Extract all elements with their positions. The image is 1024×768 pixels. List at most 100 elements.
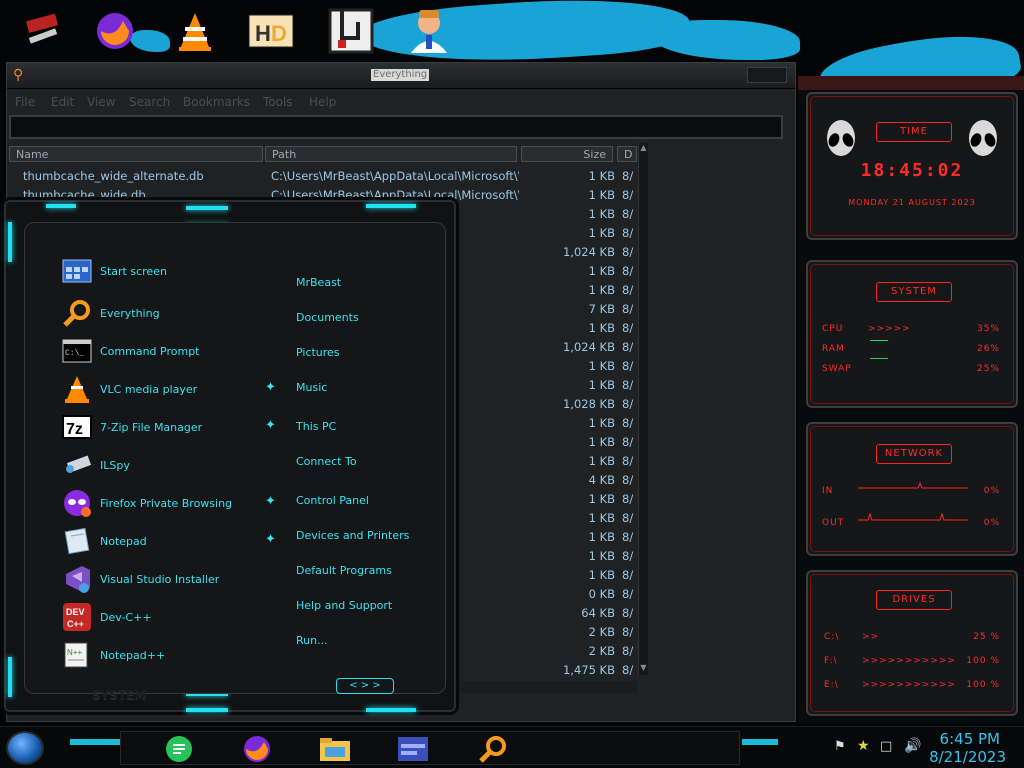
- taskbar-notes-icon[interactable]: [162, 733, 196, 765]
- taskbar-file-explorer-icon[interactable]: [318, 733, 352, 765]
- submenu-arrow-icon: ✦: [265, 380, 276, 395]
- taskbar-everything-icon[interactable]: [476, 733, 510, 765]
- start-item-label: Firefox Private Browsing: [100, 496, 233, 510]
- start-item-devcpp[interactable]: DEV C++ Dev-C++: [62, 600, 282, 634]
- start-right-music[interactable]: Music: [296, 381, 327, 394]
- start-right-user[interactable]: MrBeast: [296, 276, 341, 289]
- row-name: thumbcache_wide_alternate.db: [23, 169, 204, 183]
- menu-bookmarks[interactable]: Bookmarks: [183, 95, 250, 109]
- drive-f-label: F:\: [824, 656, 838, 666]
- row-size: 1 KB: [588, 492, 615, 506]
- start-item-firefox-private[interactable]: Firefox Private Browsing: [62, 486, 282, 520]
- time-gadget[interactable]: TIME 18:45:02 MONDAY 21 AUGUST 2023: [806, 92, 1018, 240]
- row-date: 8/: [622, 435, 634, 449]
- dock-hxd-icon[interactable]: HD: [246, 6, 296, 56]
- window-title: Everything: [371, 69, 430, 81]
- start-right-this-pc[interactable]: This PC: [296, 420, 336, 433]
- menu-tools[interactable]: Tools: [263, 95, 293, 109]
- neon-accent: [186, 708, 228, 712]
- column-name[interactable]: Name: [9, 146, 263, 162]
- horizontal-scrollbar[interactable]: [447, 681, 637, 693]
- taskbar-time[interactable]: 6:45 PM: [940, 730, 1000, 748]
- start-right-help-support[interactable]: Help and Support: [296, 599, 392, 612]
- submenu-arrow-icon: ✦: [265, 494, 276, 509]
- neon-accent: [742, 739, 778, 745]
- row-size: 1,024 KB: [562, 245, 615, 259]
- row-date: 8/: [622, 568, 634, 582]
- column-date[interactable]: D: [617, 146, 637, 162]
- neon-accent: [46, 204, 76, 208]
- start-item-notepad[interactable]: Notepad: [62, 524, 282, 558]
- cpu-label: CPU: [822, 324, 844, 334]
- start-nav-button[interactable]: < > >: [336, 678, 394, 694]
- menu-bar: File Edit View Search Bookmarks Tools He…: [7, 91, 795, 111]
- flag-icon[interactable]: ⚑: [834, 739, 846, 754]
- svg-text:DEV: DEV: [66, 607, 85, 617]
- menu-file[interactable]: File: [15, 95, 35, 109]
- start-right-pictures[interactable]: Pictures: [296, 346, 340, 359]
- dock-maze-icon[interactable]: [326, 6, 376, 56]
- row-date: 8/: [622, 188, 634, 202]
- row-size: 1 KB: [588, 378, 615, 392]
- drive-e-label: E:\: [824, 680, 839, 690]
- dock-firefox-icon[interactable]: [90, 6, 140, 56]
- table-row[interactable]: thumbcache_wide_alternate.db C:\Users\MrB…: [7, 166, 637, 185]
- start-right-connect-to[interactable]: Connect To: [296, 455, 357, 468]
- results-scrollbar[interactable]: ▲ ▼: [638, 143, 648, 675]
- start-right-control-panel[interactable]: Control Panel: [296, 494, 369, 507]
- drive-c-label: C:\: [824, 632, 840, 642]
- star-icon[interactable]: ★: [857, 738, 870, 754]
- start-item-7zip[interactable]: 7z 7-Zip File Manager: [62, 410, 282, 444]
- start-right-run[interactable]: Run...: [296, 634, 328, 647]
- menu-search[interactable]: Search: [129, 95, 170, 109]
- start-right-default-programs[interactable]: Default Programs: [296, 564, 392, 577]
- taskbar-window-icon[interactable]: [396, 733, 430, 765]
- start-item-start-screen[interactable]: Start screen: [62, 254, 282, 288]
- drives-gadget[interactable]: DRIVES C:\ >> 25 % F:\ >>>>>>>>>>> 100 %…: [806, 570, 1018, 716]
- row-date: 8/: [622, 226, 634, 240]
- cpu-bar: >>>>>: [868, 324, 911, 334]
- start-item-label: Notepad++: [100, 648, 166, 662]
- volume-icon[interactable]: 🔊: [904, 738, 921, 754]
- dock-user-icon[interactable]: [404, 6, 454, 56]
- everything-titlebar[interactable]: ⚲ Everything: [7, 63, 795, 89]
- start-item-visual-studio-installer[interactable]: Visual Studio Installer: [62, 562, 282, 596]
- menu-view[interactable]: View: [87, 95, 115, 109]
- column-path[interactable]: Path: [265, 146, 517, 162]
- net-out-value: 0%: [983, 518, 1000, 528]
- net-in-graph: [858, 481, 968, 489]
- system-label: SYSTEM: [92, 688, 147, 702]
- drive-f-bar: >>>>>>>>>>>: [862, 656, 956, 666]
- taskbar-firefox-icon[interactable]: [240, 733, 274, 765]
- start-button[interactable]: [6, 731, 44, 765]
- search-input[interactable]: [9, 115, 783, 139]
- scroll-down-icon[interactable]: ▼: [639, 663, 648, 675]
- network-icon[interactable]: □: [880, 739, 892, 754]
- start-item-vlc[interactable]: VLC media player: [62, 372, 282, 406]
- search-icon: [62, 298, 92, 328]
- dock-tools-icon[interactable]: [18, 6, 68, 56]
- start-item-label: Command Prompt: [100, 344, 200, 358]
- start-screen-icon: [62, 256, 92, 286]
- start-right-devices-printers[interactable]: Devices and Printers: [296, 529, 409, 542]
- scroll-up-icon[interactable]: ▲: [639, 143, 648, 155]
- menu-edit[interactable]: Edit: [51, 95, 74, 109]
- start-right-documents[interactable]: Documents: [296, 311, 359, 324]
- drives-title: DRIVES: [876, 590, 952, 610]
- start-item-notepadpp[interactable]: N++ Notepad++: [62, 638, 282, 672]
- start-item-command-prompt[interactable]: C:\_ Command Prompt: [62, 334, 282, 368]
- start-menu: Start screen Everything C:\_ Command Pro…: [4, 200, 456, 712]
- time-date: MONDAY 21 AUGUST 2023: [848, 198, 976, 207]
- menu-help[interactable]: Help: [309, 95, 336, 109]
- network-gadget[interactable]: NETWORK IN 0% OUT 0%: [806, 422, 1018, 556]
- svg-text:N++: N++: [67, 648, 82, 657]
- row-date: 8/: [622, 416, 634, 430]
- system-gadget[interactable]: SYSTEM CPU >>>>> 35% RAM 26% SWAP 25%: [806, 260, 1018, 408]
- window-controls[interactable]: [747, 67, 787, 83]
- start-item-ilspy[interactable]: ILSpy: [62, 448, 282, 482]
- start-item-everything[interactable]: Everything: [62, 296, 282, 330]
- row-size: 1 KB: [588, 264, 615, 278]
- column-size[interactable]: Size: [521, 146, 613, 162]
- dock-vlc-icon[interactable]: [170, 6, 220, 56]
- taskbar-date[interactable]: 8/21/2023: [929, 748, 1006, 766]
